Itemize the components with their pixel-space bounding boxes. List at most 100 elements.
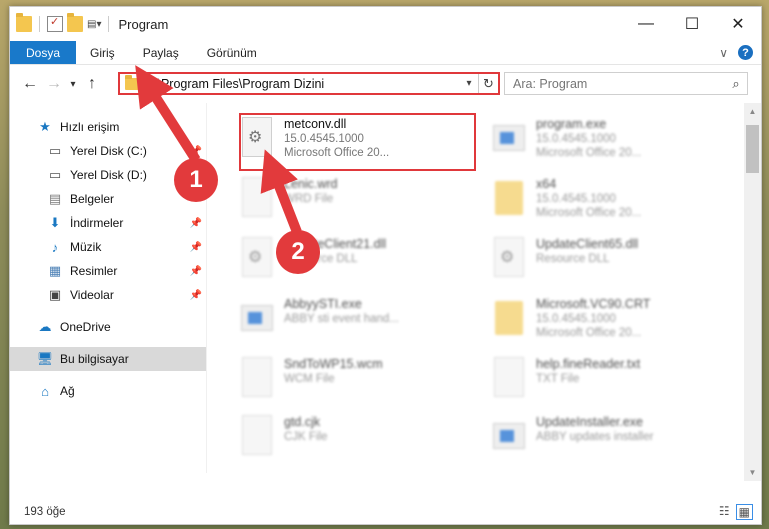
tab-home[interactable]: Giriş [76,41,129,64]
ribbon-right: ∨ ? [719,41,761,64]
cloud-icon: ☁ [38,319,52,334]
file-type: WRD File [284,193,334,205]
file-item-updateclient65[interactable]: ⚙ UpdateClient65.dll Resource DLL [484,231,724,289]
help-icon[interactable]: ? [738,45,753,60]
file-name: UpdateClient65.dll [536,237,639,251]
address-text[interactable]: C:\Program Files\Program Dizini [145,77,460,91]
file-item-gtd-cjk[interactable]: gtd.cjk CJK File [232,409,472,467]
sidebar-item-label: Yerel Disk (C:) [70,144,147,158]
sidebar-item-label: Bu bilgisayar [60,352,129,366]
properties-icon[interactable] [47,15,63,32]
file-icon [238,355,278,403]
address-bar[interactable]: C:\Program Files\Program Dizini ▾ ↻ [118,72,500,95]
search-icon[interactable]: ⌕ [725,76,747,92]
tab-file[interactable]: Dosya [10,41,77,64]
sidebar-item-label: İndirmeler [70,216,124,230]
up-button[interactable]: ↑ [80,72,104,96]
pin-icon[interactable]: 📌 [190,146,202,157]
view-switcher: ☷ ▦ [719,504,753,520]
pictures-icon: ▦ [48,263,62,278]
file-description: Microsoft Office 20... [536,327,642,339]
sidebar-item-onedrive[interactable]: ☁ OneDrive [10,315,206,339]
file-item-updateinstaller[interactable]: UpdateInstaller.exe ABBY updates install… [484,409,724,467]
sidebar-item-drive-c[interactable]: ▭ Yerel Disk (C:) 📌 [10,139,206,163]
file-item-vc90crt[interactable]: Microsoft.VC90.CRT 15.0.4545.1000 Micros… [484,291,724,349]
window-controls: — ☐ ✕ [623,7,761,41]
file-icon [490,355,530,403]
search-input[interactable] [513,76,725,91]
close-button[interactable]: ✕ [715,7,761,41]
pin-icon[interactable]: 📌 [190,242,202,253]
new-folder-icon[interactable] [67,13,83,32]
maximize-button[interactable]: ☐ [669,7,715,41]
scroll-down-icon[interactable]: ▼ [744,464,761,481]
sidebar-item-downloads[interactable]: ⬇ İndirmeler 📌 [10,211,206,235]
expand-ribbon-icon[interactable]: ∨ [719,46,728,60]
sidebar-item-this-pc[interactable]: 🖥 Bu bilgisayar [10,347,206,371]
file-item-abbyysti[interactable]: AbbyySTI.exe ABBY sti event hand... [232,291,472,349]
pin-icon[interactable]: 📌 [190,218,202,229]
file-item-x64[interactable]: x64 15.0.4545.1000 Microsoft Office 20..… [484,171,724,229]
file-version: 15.0.4545.1000 [536,133,616,145]
refresh-icon[interactable]: ↻ [478,74,498,93]
drive-icon: ▭ [48,143,62,158]
pin-icon[interactable]: 📌 [190,266,202,277]
sidebar-item-label: Belgeler [70,192,115,206]
file-item-program[interactable]: program.exe 15.0.4545.1000 Microsoft Off… [484,111,724,169]
file-version: 15.0.4545.1000 [536,193,616,205]
file-name: x64 [536,177,557,191]
chevron-down-icon[interactable]: ▾ [460,78,478,89]
file-name: SndToWP15.wcm [284,357,383,371]
file-item-updateclient21[interactable]: ⚙ UpdateClient21.dll Resource DLL [232,231,472,289]
file-item-sndtowp15[interactable]: SndToWP15.wcm WCM File [232,351,472,409]
pin-icon[interactable]: 📌 [190,290,202,301]
vertical-scrollbar[interactable]: ▲ ▼ [744,103,761,481]
sidebar-item-pictures[interactable]: ▦ Resimler 📌 [10,259,206,283]
minimize-button[interactable]: — [623,7,669,41]
sidebar-item-quick-access[interactable]: ★ Hızlı erişim [10,115,206,139]
file-item-help-finereader[interactable]: help.fineReader.txt TXT File [484,351,724,409]
tiles-view-icon[interactable]: ▦ [735,504,753,520]
sidebar-item-label: Müzik [70,240,102,254]
file-name: gtd.cjk [284,415,321,429]
sidebar-item-label: Yerel Disk (D:) [70,168,147,182]
network-icon: ⌂ [41,383,49,399]
scroll-thumb[interactable] [746,125,759,173]
sidebar-item-music[interactable]: ♪ Müzik 📌 [10,235,206,259]
sidebar-item-label: Videolar [70,288,114,302]
tab-share[interactable]: Paylaş [129,41,193,64]
sidebar-item-label: Ağ [60,384,75,398]
file-icon [238,413,278,461]
customize-qat-icon[interactable]: ▤▾ [87,19,101,30]
folder-icon [125,74,139,90]
file-item-lenic[interactable]: Lenic.wrd WRD File [232,171,472,229]
sidebar-item-videos[interactable]: ▣ Videolar 📌 [10,283,206,307]
star-icon: ★ [39,119,51,134]
sidebar-item-network[interactable]: ⌂ Ağ [10,379,206,403]
search-box[interactable]: ⌕ [504,72,748,95]
item-count: 193 öğe [24,506,66,518]
back-button[interactable]: ← [18,72,42,96]
file-list: ⚙ metconv.dll 15.0.4545.1000 Microsoft O… [218,103,740,473]
file-name: Microsoft.VC90.CRT [536,297,651,311]
folder-icon[interactable] [16,13,32,32]
file-version: 15.0.4545.1000 [536,313,616,325]
details-view-icon[interactable]: ☷ [719,504,730,520]
music-icon: ♪ [51,239,59,255]
explorer-window: ▤▾ Program — ☐ ✕ Dosya Giriş Paylaş Görü… [9,6,762,525]
recent-locations-button[interactable]: ▾ [66,72,80,96]
file-name: AbbyySTI.exe [284,297,362,311]
file-description: ABBY sti event hand... [284,313,399,325]
drive-icon: ▭ [48,167,62,182]
pane-divider[interactable] [206,103,207,473]
scroll-up-icon[interactable]: ▲ [744,103,761,120]
file-name: UpdateInstaller.exe [536,415,644,429]
navigation-bar: ← → ▾ ↑ C:\Program Files\Program Dizini … [10,69,761,99]
tab-view[interactable]: Görünüm [193,41,271,64]
navigation-pane: ★ Hızlı erişim ▭ Yerel Disk (C:) 📌 ▭ Yer… [10,103,206,473]
forward-button[interactable]: → [42,72,66,96]
sidebar-item-label: Resimler [70,264,118,278]
highlight-box [239,113,476,171]
exe-icon [490,413,530,461]
folder-icon [490,295,530,343]
